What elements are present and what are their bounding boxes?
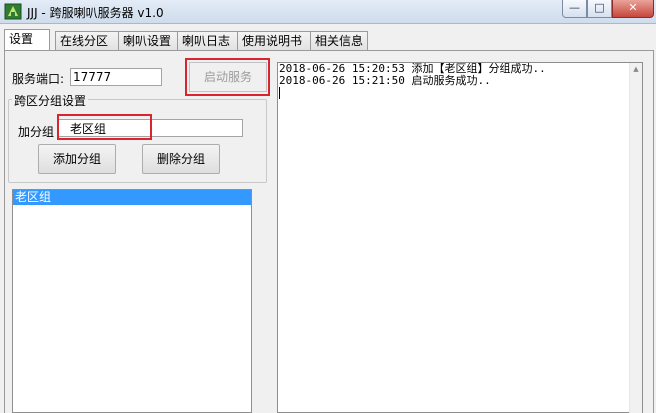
port-input[interactable] [70,68,162,86]
start-service-button[interactable]: 启动服务 [189,62,267,92]
log-output[interactable]: 2018-06-26 15:20:53 添加【老区组】分组成功.. 2018-0… [277,62,643,413]
text-caret [279,87,280,99]
group-settings-title: 跨区分组设置 [12,92,89,109]
window-title: JJJ - 跨服喇叭服务器 v1.0 [27,6,164,20]
tab-online-zones[interactable]: 在线分区 [55,31,119,50]
port-label: 服务端口: [12,72,65,86]
tab-speaker-log[interactable]: 喇叭日志 [177,31,238,50]
tab-speaker-settings[interactable]: 喇叭设置 [118,31,179,50]
close-button[interactable]: ✕ [612,0,654,18]
title-bar: JJJ - 跨服喇叭服务器 v1.0 — □ ✕ [0,0,656,24]
tab-settings[interactable]: 设置 [4,29,50,50]
tab-user-manual[interactable]: 使用说明书 [237,31,311,50]
scroll-up-icon[interactable]: ▲ [630,63,642,75]
log-line: 2018-06-26 15:21:50 启动服务成功.. [279,74,491,87]
add-group-label: 加分组 [18,125,55,139]
log-scrollbar[interactable]: ▲ [629,63,642,413]
group-list[interactable]: 老区组 [12,189,252,413]
list-item[interactable]: 老区组 [13,190,251,205]
maximize-button[interactable]: □ [587,0,612,18]
add-group-button[interactable]: 添加分组 [38,144,116,174]
minimize-button[interactable]: — [562,0,587,18]
app-window: JJJ - 跨服喇叭服务器 v1.0 — □ ✕ 设置 在线分区 喇叭设置 喇叭… [0,0,656,413]
tab-related-info[interactable]: 相关信息 [310,31,368,50]
add-group-input[interactable] [58,119,243,137]
app-icon [4,3,22,20]
delete-group-button[interactable]: 删除分组 [142,144,220,174]
